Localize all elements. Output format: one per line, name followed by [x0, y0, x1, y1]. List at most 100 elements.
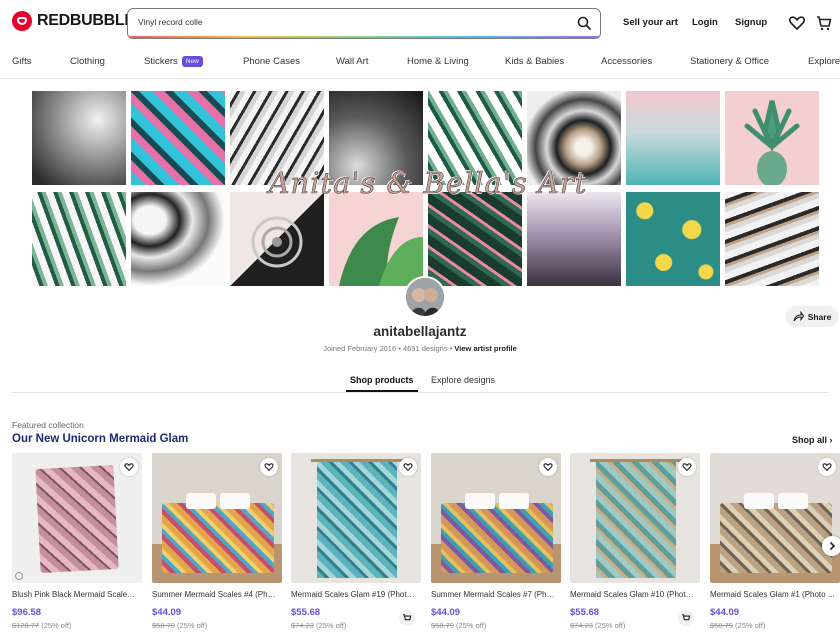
- product-price: $96.58: [12, 607, 42, 618]
- info-icon[interactable]: [155, 572, 163, 580]
- product-price: $44.09: [152, 607, 182, 618]
- product-title: Mermaid Scales Glam #10 (Photo...: [570, 590, 695, 599]
- succulent-icon: [251, 216, 303, 268]
- blanket-graphic: [35, 465, 119, 573]
- product-image[interactable]: [291, 453, 421, 583]
- cart-icon: [403, 614, 412, 621]
- shop-all-link[interactable]: Shop all ›: [792, 435, 833, 445]
- product-card[interactable]: Summer Mermaid Scales #7 (Pho... $44.09 …: [431, 453, 561, 630]
- duvet-graphic: [441, 503, 553, 573]
- cart-icon: [682, 614, 691, 621]
- add-to-cart-button[interactable]: [399, 610, 415, 626]
- collection-title[interactable]: Our New Unicorn Mermaid Glam: [12, 433, 188, 445]
- artist-meta: Joined February 2016 • 4691 designs • Vi…: [0, 344, 840, 353]
- redbubble-logo[interactable]: REDBUBBLE: [12, 11, 135, 31]
- heart-icon[interactable]: [120, 458, 138, 476]
- product-image[interactable]: [710, 453, 840, 583]
- product-image[interactable]: [431, 453, 561, 583]
- avatar-photo-icon: [406, 278, 444, 316]
- monstera-icon: [339, 217, 423, 286]
- product-original-price: $128.77 (25% off): [12, 621, 142, 630]
- site-header: REDBUBBLE Sell your art Login Signup: [0, 0, 840, 46]
- redbubble-logo-icon: [12, 11, 32, 31]
- tabs-divider: [12, 392, 828, 393]
- search-bar[interactable]: [127, 8, 601, 39]
- discount-label: (25% off): [456, 621, 487, 630]
- nav-item-kids-babies[interactable]: Kids & Babies: [505, 56, 564, 67]
- discount-label: (25% off): [735, 621, 766, 630]
- discount-label: (25% off): [316, 621, 347, 630]
- tab-explore-designs[interactable]: Explore designs: [431, 375, 495, 385]
- product-card[interactable]: Mermaid Scales Glam #10 (Photo... $55.68…: [570, 453, 700, 630]
- nav-item-clothing[interactable]: Clothing: [70, 56, 105, 67]
- pillow-graphic: [778, 493, 808, 509]
- view-artist-profile-link[interactable]: View artist profile: [454, 344, 516, 353]
- discount-label: (25% off): [177, 621, 208, 630]
- artist-avatar: [404, 276, 446, 318]
- product-image[interactable]: [152, 453, 282, 583]
- chevron-right-icon: ›: [829, 435, 833, 445]
- banner-title: Anita's & Bella's Art: [268, 166, 588, 201]
- nav-item-stationery-office[interactable]: Stationery & Office: [690, 56, 769, 67]
- joined-date: Joined February 2016: [323, 344, 397, 353]
- product-image[interactable]: [12, 453, 142, 583]
- product-image[interactable]: [570, 453, 700, 583]
- duvet-graphic: [162, 503, 274, 573]
- login-link[interactable]: Login: [692, 17, 718, 28]
- nav-item-phone-cases[interactable]: Phone Cases: [243, 56, 300, 67]
- banner-tile-flamingos: [428, 192, 522, 286]
- pillow-graphic: [220, 493, 250, 509]
- product-card[interactable]: Mermaid Scales Glam #19 (Photo... $55.68…: [291, 453, 421, 630]
- shop-all-label: Shop all: [792, 435, 828, 445]
- product-original-price: $58.79 (25% off): [431, 621, 561, 630]
- heart-icon[interactable]: [678, 458, 696, 476]
- original-price: $74.23: [291, 621, 314, 630]
- add-to-cart-button[interactable]: [678, 610, 694, 626]
- search-input[interactable]: [138, 17, 538, 27]
- search-icon[interactable]: [576, 15, 592, 31]
- chevron-right-icon: [829, 541, 836, 551]
- banner-tile-marble-agate: [131, 192, 225, 286]
- product-title: Summer Mermaid Scales #7 (Pho...: [431, 590, 556, 599]
- product-price: $44.09: [431, 607, 461, 618]
- discount-label: (25% off): [595, 621, 626, 630]
- signup-link[interactable]: Signup: [735, 17, 767, 28]
- nav-item-stickers-label: Stickers: [144, 56, 178, 67]
- product-price: $44.09: [710, 607, 740, 618]
- collection-kicker: Featured collection: [12, 420, 84, 430]
- carousel-next-button[interactable]: [822, 536, 840, 556]
- nav-item-home-living[interactable]: Home & Living: [407, 56, 469, 67]
- cart-icon[interactable]: [815, 14, 833, 32]
- heart-icon[interactable]: [539, 458, 557, 476]
- nav-item-gifts[interactable]: Gifts: [12, 56, 32, 67]
- product-card[interactable]: Summer Mermaid Scales #4 (Pho... $44.09 …: [152, 453, 282, 630]
- nav-item-stickers[interactable]: Stickers New: [144, 56, 203, 67]
- heart-icon[interactable]: [399, 458, 417, 476]
- share-label: Share: [807, 311, 832, 322]
- heart-icon[interactable]: [818, 458, 836, 476]
- pillow-graphic: [465, 493, 495, 509]
- product-card[interactable]: Mermaid Scales Glam #1 (Photo ... $44.09…: [710, 453, 840, 630]
- info-icon[interactable]: [15, 572, 23, 580]
- heart-icon[interactable]: [788, 14, 806, 32]
- pillow-graphic: [499, 493, 529, 509]
- brand-name: REDBUBBLE: [37, 12, 135, 29]
- share-icon: [793, 311, 804, 322]
- duvet-graphic: [720, 503, 832, 573]
- tab-shop-products[interactable]: Shop products: [350, 375, 414, 385]
- sell-your-art-link[interactable]: Sell your art: [623, 17, 678, 28]
- product-card[interactable]: Blush Pink Black Mermaid Scales... $96.5…: [12, 453, 142, 630]
- discount-label: (25% off): [41, 621, 72, 630]
- category-nav: Gifts Clothing Stickers New Phone Cases W…: [0, 50, 840, 74]
- nav-item-wall-art[interactable]: Wall Art: [336, 56, 368, 67]
- original-price: $58.79: [152, 621, 175, 630]
- original-price: $128.77: [12, 621, 40, 630]
- original-price: $58.79: [431, 621, 454, 630]
- banner-tile-lemons: [626, 192, 720, 286]
- pillow-graphic: [186, 493, 216, 509]
- new-badge: New: [181, 56, 203, 67]
- nav-item-accessories[interactable]: Accessories: [601, 56, 652, 67]
- product-original-price: $58.79 (25% off): [710, 621, 840, 630]
- nav-item-explore[interactable]: Explore: [808, 56, 840, 67]
- heart-icon[interactable]: [260, 458, 278, 476]
